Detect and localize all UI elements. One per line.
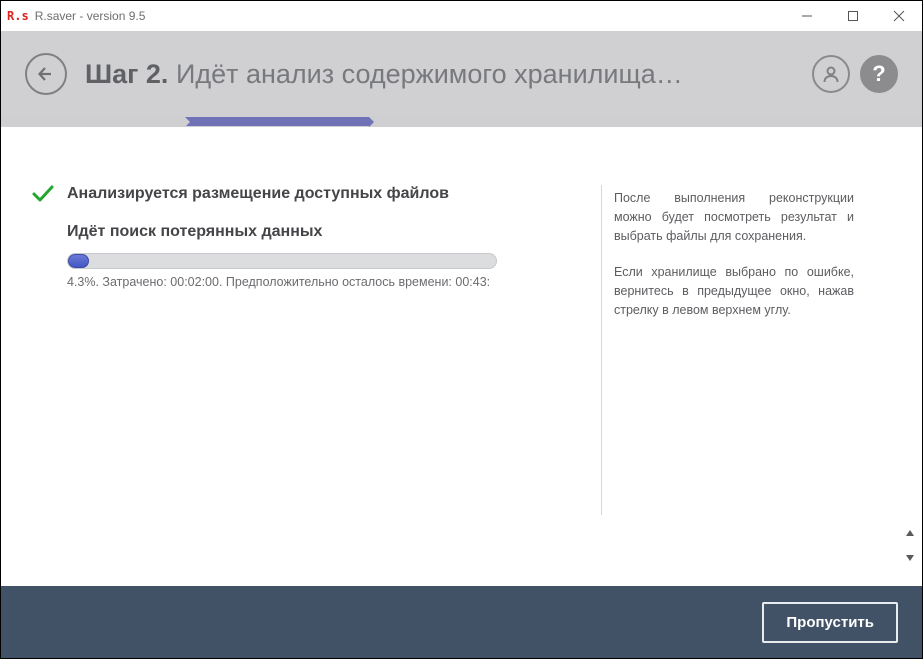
help-button[interactable]: ? — [860, 55, 898, 93]
titlebar: R.s R.saver - version 9.5 — [1, 1, 922, 31]
completed-task-title: Анализируется размещение доступных файло… — [67, 185, 601, 203]
info-paragraph: Если хранилище выбрано по ошибке, вернит… — [614, 263, 854, 319]
footer-bar: Пропустить — [1, 586, 922, 658]
step-segment — [185, 117, 369, 126]
current-task-title: Идёт поиск потерянных данных — [67, 223, 601, 241]
window-title: R.saver - version 9.5 — [35, 9, 784, 23]
info-paragraph: После выполнения реконструкции можно буд… — [614, 189, 854, 245]
scroll-controls — [901, 524, 918, 566]
back-button[interactable] — [25, 53, 67, 95]
step-segment — [554, 117, 738, 126]
progress-fill — [68, 254, 89, 268]
check-icon — [31, 183, 55, 210]
step-segment — [738, 117, 922, 126]
window-controls — [784, 1, 922, 31]
progress-bar — [67, 253, 497, 269]
maximize-button[interactable] — [830, 1, 876, 31]
current-task-row: Идёт поиск потерянных данных 4.3%. Затра… — [67, 223, 601, 289]
vertical-divider — [601, 185, 602, 515]
progress-wrap: 4.3%. Затрачено: 00:02:00. Предположител… — [67, 253, 601, 289]
skip-button[interactable]: Пропустить — [762, 602, 898, 643]
page-title: Шаг 2. Идёт анализ содержимого хранилища… — [85, 59, 802, 90]
info-panel: После выполнения реконструкции можно буд… — [614, 185, 874, 586]
scroll-up-button[interactable] — [901, 524, 918, 541]
title-text: Идёт анализ содержимого хранилища… — [176, 59, 683, 89]
completed-task-row: Анализируется размещение доступных файло… — [67, 185, 601, 203]
analysis-panel: Анализируется размещение доступных файло… — [41, 185, 601, 586]
minimize-button[interactable] — [784, 1, 830, 31]
page-header: Шаг 2. Идёт анализ содержимого хранилища… — [1, 31, 922, 117]
content-area: Анализируется размещение доступных файло… — [1, 127, 922, 586]
app-logo: R.s — [7, 9, 29, 23]
account-button[interactable] — [812, 55, 850, 93]
progress-status: 4.3%. Затрачено: 00:02:00. Предположител… — [67, 275, 601, 289]
close-button[interactable] — [876, 1, 922, 31]
wizard-steps — [1, 117, 922, 127]
step-segment — [1, 117, 185, 126]
step-segment — [369, 117, 553, 126]
scroll-down-button[interactable] — [901, 549, 918, 566]
help-icon: ? — [872, 63, 885, 85]
step-label: Шаг 2. — [85, 59, 168, 89]
